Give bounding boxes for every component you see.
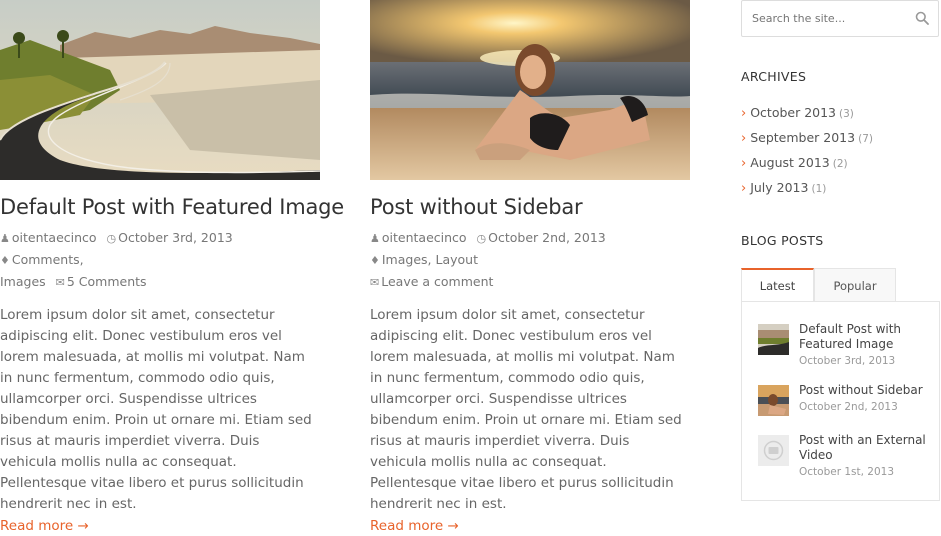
post-title[interactable]: Default Post with Featured Image	[0, 194, 344, 220]
latest-post-thumbnail[interactable]	[758, 385, 789, 416]
clock-icon: ◷	[476, 232, 487, 245]
archive-item[interactable]: › October 2013 (3)	[741, 101, 873, 126]
read-more-link[interactable]: Read more →	[370, 516, 459, 536]
archive-count: (2)	[832, 158, 848, 170]
tag-icon: ♦	[0, 254, 10, 267]
tab-popular[interactable]: Popular	[814, 268, 896, 302]
tag-icon: ♦	[370, 254, 380, 267]
chevron-right-icon: ›	[741, 106, 747, 121]
post-thumbnail-beach[interactable]	[370, 0, 690, 180]
post-meta: ♟ oitentaecinco ◷ October 2nd, 2013 ♦ Image…	[370, 227, 690, 293]
latest-post-date: October 3rd, 2013	[799, 355, 896, 367]
chevron-right-icon: ›	[741, 156, 747, 171]
comments-link[interactable]: 5 Comments	[67, 274, 147, 289]
archive-item[interactable]: › July 2013 (1)	[741, 176, 873, 201]
latest-post-title[interactable]: Default Post with Featured Image	[799, 322, 929, 352]
read-more-link[interactable]: Read more →	[0, 516, 89, 536]
category-link[interactable]: Images	[0, 274, 46, 289]
post-comments[interactable]: ✉ Leave a comment	[370, 274, 493, 289]
archive-count: (3)	[839, 108, 854, 120]
archives-list: › October 2013 (3) › September 2013 (7) › Aug…	[741, 101, 873, 201]
latest-post-title[interactable]: Post without Sidebar	[799, 383, 929, 398]
post-excerpt: Lorem ipsum dolor sit amet, consectetur …	[370, 307, 682, 512]
comments-icon: ✉	[370, 276, 380, 289]
category-link[interactable]: Images,	[382, 252, 432, 267]
archives-title: ARCHIVES	[741, 69, 807, 84]
author-name[interactable]: oitentaecinco	[12, 230, 97, 245]
blog-posts-title: BLOG POSTS	[741, 233, 824, 248]
author-name[interactable]: oitentaecinco	[382, 230, 467, 245]
search-icon[interactable]	[915, 11, 929, 25]
archive-item[interactable]: › September 2013 (7)	[741, 126, 873, 151]
user-icon: ♟	[370, 232, 380, 245]
post-categories: ♦ Comments,	[0, 252, 84, 267]
post-thumbnail-road[interactable]	[0, 0, 320, 180]
category-link[interactable]: Layout	[436, 252, 479, 267]
post-card-no-sidebar: Post without Sidebar ♟ oitentaecinco ◷ Oct…	[370, 0, 690, 536]
post-categories-cont: Images	[0, 274, 46, 289]
archive-link[interactable]: July 2013	[750, 180, 808, 195]
post-comments[interactable]: ✉ 5 Comments	[56, 274, 147, 289]
latest-posts-panel: Default Post with Featured Image October…	[741, 301, 940, 501]
category-link[interactable]: Comments,	[12, 252, 84, 267]
tab-latest[interactable]: Latest	[741, 268, 814, 302]
latest-post-date: October 1st, 2013	[799, 466, 895, 478]
date-text: October 2nd, 2013	[488, 230, 606, 245]
comments-icon: ✉	[55, 276, 65, 289]
comments-link[interactable]: Leave a comment	[381, 274, 493, 289]
clock-icon: ◷	[106, 232, 117, 245]
post-date: ◷ October 3rd, 2013	[107, 230, 233, 245]
latest-post-thumbnail-placeholder[interactable]	[758, 435, 789, 466]
user-icon: ♟	[0, 232, 10, 245]
archive-link[interactable]: October 2013	[750, 105, 836, 120]
blog-posts-tabs: Latest Popular	[741, 268, 941, 302]
sidebar: ARCHIVES ›October 2013(3) ›September 201…	[741, 0, 941, 501]
post-author[interactable]: ♟ oitentaecinco	[370, 230, 467, 245]
post-date: ◷ October 2nd, 2013	[477, 230, 606, 245]
chevron-right-icon: ›	[741, 181, 747, 196]
post-author[interactable]: ♟ oitentaecinco	[0, 230, 97, 245]
archive-link[interactable]: August 2013	[750, 155, 830, 170]
archive-item[interactable]: › August 2013 (2)	[741, 151, 873, 176]
archive-link[interactable]: September 2013	[750, 130, 855, 145]
latest-post-thumbnail[interactable]	[758, 324, 789, 355]
archive-count: (7)	[858, 133, 873, 145]
chevron-right-icon: ›	[741, 131, 747, 146]
post-categories: ♦ Images, Layout	[370, 252, 478, 267]
latest-post-title[interactable]: Post with an External Video	[799, 433, 929, 463]
archive-count: (1)	[811, 183, 827, 195]
post-meta: ♟ oitentaecinco ◷ October 3rd, 2013 ♦ Comme…	[0, 227, 320, 293]
search-box	[741, 0, 939, 37]
post-title[interactable]: Post without Sidebar	[370, 194, 690, 220]
post-card-featured: Default Post with Featured Image ♟ oitent…	[0, 0, 344, 536]
latest-post-date: October 2nd, 2013	[799, 401, 898, 413]
date-text: October 3rd, 2013	[118, 230, 233, 245]
search-input[interactable]	[752, 12, 902, 25]
post-excerpt: Lorem ipsum dolor sit amet, consectetur …	[0, 307, 312, 512]
